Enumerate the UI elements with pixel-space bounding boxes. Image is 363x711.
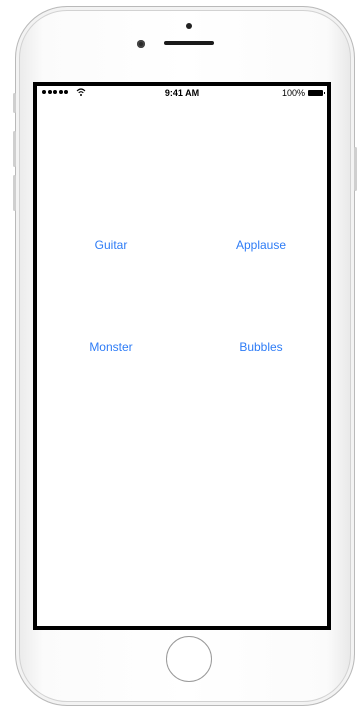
bubbles-button[interactable]: Bubbles: [211, 340, 311, 354]
screen-bezel: 9:41 AM 100% Guitar Applause Monster Bub…: [33, 82, 331, 630]
status-bar: 9:41 AM 100%: [37, 86, 327, 100]
earpiece-speaker: [164, 41, 214, 45]
volume-up-button: [13, 131, 16, 167]
battery-percentage: 100%: [281, 88, 305, 98]
applause-button[interactable]: Applause: [211, 238, 311, 252]
power-button: [354, 147, 357, 191]
battery-icon: [308, 90, 325, 96]
home-button[interactable]: [166, 636, 212, 682]
monster-button[interactable]: Monster: [61, 340, 161, 354]
mute-switch: [13, 93, 16, 113]
front-camera: [137, 40, 145, 48]
guitar-button[interactable]: Guitar: [61, 238, 161, 252]
proximity-sensor: [186, 23, 192, 29]
volume-down-button: [13, 175, 16, 211]
app-screen: 9:41 AM 100% Guitar Applause Monster Bub…: [37, 86, 327, 626]
